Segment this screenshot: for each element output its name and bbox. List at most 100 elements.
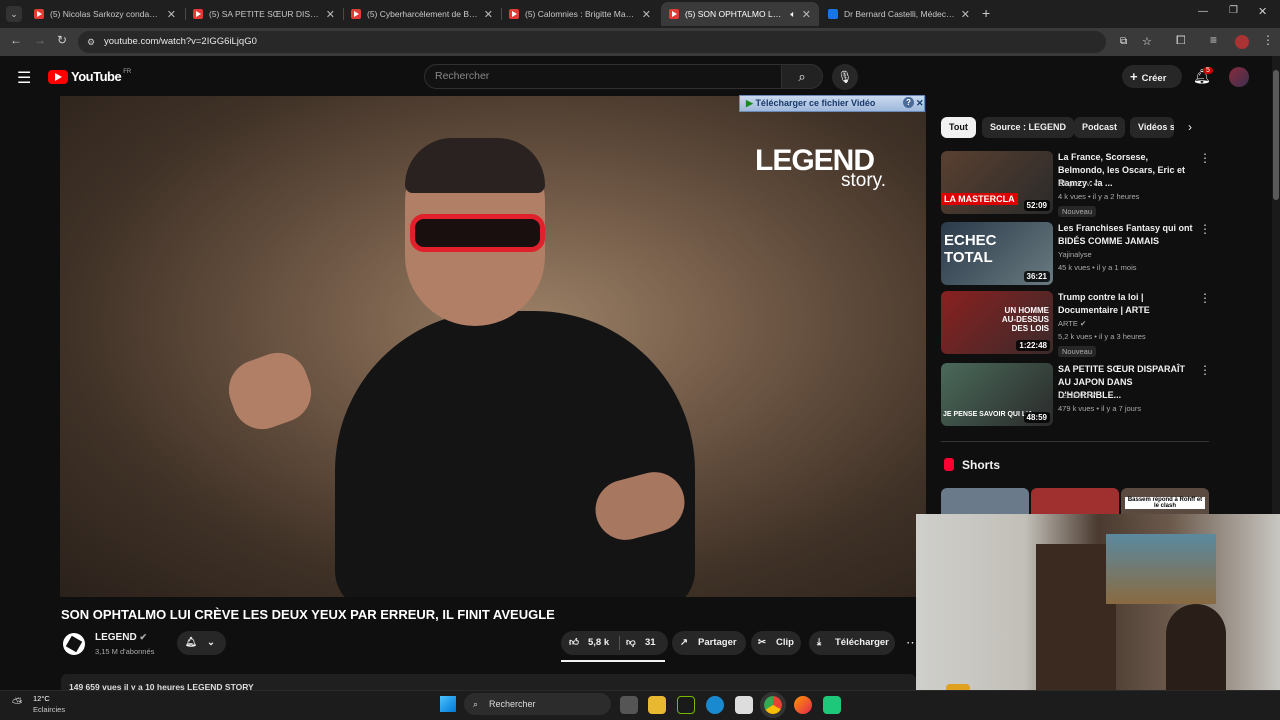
subscribe-bell-button[interactable]: 🔔︎ ⌄ bbox=[177, 631, 226, 655]
thumbnail-caption: JE PENSE SAVOIR QUI L'A bbox=[943, 411, 1033, 418]
browser-tab-2[interactable]: (5) SA PETITE SŒUR DISPARAÎT ✕ bbox=[185, 2, 343, 26]
browser-tab-strip: ⌄ (5) Nicolas Sarkozy condamné ✕ (5) SA P… bbox=[0, 0, 1280, 28]
rec-channel[interactable]: ARTE ✔ bbox=[1058, 319, 1086, 328]
speaker-icon[interactable]: 🔈︎ bbox=[790, 9, 795, 20]
close-tab-icon[interactable]: ✕ bbox=[167, 8, 176, 21]
plus-icon: + bbox=[1130, 69, 1138, 84]
short-caption: Bassem répond à Rohff et le clash bbox=[1125, 497, 1205, 509]
video-thumbnail[interactable]: JE PENSE SAVOIR QUI L'A 48:59 bbox=[941, 363, 1053, 426]
video-thumbnail[interactable]: LA MASTERCLA 52:09 bbox=[941, 151, 1053, 214]
duration-badge: 1:22:48 bbox=[1016, 340, 1050, 351]
weather-desc[interactable]: Eclaircies bbox=[33, 705, 65, 714]
extensions-icon[interactable]: ⧠ bbox=[1176, 33, 1186, 48]
weather-temp[interactable]: 12°C bbox=[33, 694, 50, 703]
duration-badge: 36:21 bbox=[1023, 271, 1050, 282]
taskbar-search[interactable]: ⌕ Rechercher bbox=[464, 693, 611, 715]
chrome-menu-icon[interactable]: ⋮ bbox=[1262, 33, 1274, 47]
file-explorer-icon[interactable] bbox=[648, 696, 666, 714]
rec-title[interactable]: Les Franchises Fantasy qui ont BIDÉS COM… bbox=[1058, 222, 1196, 248]
browser-tab-5-active[interactable]: (5) SON OPHTALMO LUI CR 🔈︎ ✕ bbox=[661, 2, 819, 26]
tab-title: (5) Cyberharcèlement de Brigitte bbox=[367, 9, 478, 19]
recommendation-item[interactable]: UN HOMME AU-DESSUS DES LOIS 1:22:48 Trum… bbox=[941, 291, 1211, 357]
kebab-menu-icon[interactable]: ⋮ bbox=[1199, 291, 1211, 305]
minimize-icon[interactable]: — bbox=[1198, 6, 1208, 17]
back-icon[interactable]: ← bbox=[10, 33, 22, 47]
view-count-line: 149 659 vues il y a 10 heures LEGEND STO… bbox=[69, 682, 254, 690]
browser-tab-6[interactable]: Dr Bernard Castelli, Médecin gé ✕ bbox=[820, 2, 978, 26]
clip-button[interactable]: ✂ Clip bbox=[751, 631, 801, 655]
rec-channel[interactable]: LEGEND ✔ bbox=[1058, 391, 1097, 400]
create-button[interactable]: + Créer bbox=[1122, 65, 1182, 88]
chat-app-icon[interactable] bbox=[823, 696, 841, 714]
close-tab-icon[interactable]: ✕ bbox=[642, 8, 651, 21]
browser-tab-4[interactable]: (5) Calomnies : Brigitte Macron ✕ bbox=[501, 2, 659, 26]
kebab-menu-icon[interactable]: ⋮ bbox=[1199, 222, 1211, 236]
chrome-icon[interactable] bbox=[760, 692, 786, 718]
profile-avatar[interactable] bbox=[1235, 35, 1249, 49]
windows-taskbar bbox=[0, 690, 1280, 720]
download-button[interactable]: ⤓ Télécharger bbox=[809, 631, 895, 655]
help-button[interactable]: ? bbox=[903, 97, 914, 108]
search-button[interactable]: ⌕ bbox=[781, 64, 823, 89]
video-thumbnail[interactable]: UN HOMME AU-DESSUS DES LOIS 1:22:48 bbox=[941, 291, 1053, 354]
edge-icon[interactable] bbox=[706, 696, 724, 714]
recommendation-item[interactable]: JE PENSE SAVOIR QUI L'A 48:59 SA PETITE … bbox=[941, 363, 1211, 427]
firefox-icon[interactable] bbox=[794, 696, 812, 714]
site-info-icon[interactable]: ⚙ bbox=[87, 31, 95, 53]
channel-avatar[interactable] bbox=[63, 633, 85, 655]
recommendation-item[interactable]: LA MASTERCLA 52:09 La France, Scorsese, … bbox=[941, 151, 1211, 217]
media-icon[interactable]: ≡ bbox=[1210, 33, 1217, 47]
close-banner-icon[interactable]: ✕ bbox=[916, 96, 924, 111]
dislike-count[interactable]: 31 bbox=[645, 631, 656, 655]
close-tab-icon[interactable]: ✕ bbox=[484, 8, 493, 21]
windows-start-icon[interactable] bbox=[440, 696, 456, 712]
download-video-banner[interactable]: ▶ Télécharger ce fichier Vidéo ? ✕ bbox=[739, 95, 925, 112]
browser-tab-1[interactable]: (5) Nicolas Sarkozy condamné ✕ bbox=[26, 2, 184, 26]
chevron-right-icon[interactable]: › bbox=[1188, 120, 1192, 134]
chip-videos[interactable]: Vidéos s bbox=[1130, 117, 1174, 138]
kebab-menu-icon[interactable]: ⋮ bbox=[1199, 151, 1211, 165]
account-avatar[interactable] bbox=[1229, 67, 1249, 87]
thumbs-up-icon[interactable]: 👍︎ bbox=[569, 631, 579, 655]
video-thumbnail[interactable]: ECHEC TOTAL 36:21 bbox=[941, 222, 1053, 285]
rec-channel[interactable]: Clique TV ✔ bbox=[1058, 179, 1099, 188]
like-count[interactable]: 5,8 k bbox=[588, 631, 609, 655]
nvidia-icon[interactable] bbox=[677, 696, 695, 714]
reload-icon[interactable]: ↻ bbox=[57, 33, 67, 47]
tab-title: (5) Calomnies : Brigitte Macron bbox=[525, 9, 636, 19]
bookmark-star-icon[interactable]: ☆ bbox=[1142, 31, 1152, 53]
address-bar[interactable]: ⚙ youtube.com/watch?v=2IGG6iLjqG0 ⧉ ☆ bbox=[78, 31, 1152, 53]
chip-source-legend[interactable]: Source : LEGEND bbox=[982, 117, 1075, 138]
maximize-icon[interactable]: ❐ bbox=[1229, 5, 1238, 16]
youtube-logo[interactable]: YouTube FR bbox=[48, 69, 131, 84]
forward-icon[interactable]: → bbox=[34, 33, 46, 47]
thumbs-down-icon[interactable]: 👎︎ bbox=[626, 631, 636, 655]
weather-cloud-icon[interactable]: ⛅︎ bbox=[12, 695, 22, 711]
close-tab-icon[interactable]: ✕ bbox=[326, 8, 335, 21]
notification-count-badge: 5 bbox=[1203, 67, 1213, 74]
chip-all[interactable]: Tout bbox=[941, 117, 976, 138]
hamburger-menu-icon[interactable]: ☰ bbox=[17, 68, 31, 88]
task-view-icon[interactable] bbox=[620, 696, 638, 714]
chip-podcast[interactable]: Podcast bbox=[1074, 117, 1126, 138]
store-icon[interactable] bbox=[735, 696, 753, 714]
cast-icon[interactable]: ⧉ bbox=[1120, 31, 1127, 53]
create-label: Créer bbox=[1141, 73, 1167, 84]
browser-tab-3[interactable]: (5) Cyberharcèlement de Brigitte ✕ bbox=[343, 2, 501, 26]
scrollbar-thumb[interactable] bbox=[1273, 70, 1279, 200]
search-input[interactable]: Rechercher bbox=[424, 64, 782, 89]
new-tab-icon[interactable]: + bbox=[982, 5, 990, 21]
kebab-menu-icon[interactable]: ⋮ bbox=[1199, 363, 1211, 377]
close-tab-icon[interactable]: ✕ bbox=[961, 8, 970, 21]
voice-search-button[interactable]: 🎙︎ bbox=[832, 64, 858, 90]
share-button[interactable]: ↗ Partager bbox=[672, 631, 746, 655]
close-window-icon[interactable]: ✕ bbox=[1258, 5, 1267, 18]
recommendation-item[interactable]: ECHEC TOTAL 36:21 Les Franchises Fantasy… bbox=[941, 222, 1211, 286]
rec-channel[interactable]: Yajinalyse bbox=[1058, 250, 1092, 259]
close-tab-icon[interactable]: ✕ bbox=[802, 8, 811, 21]
legend-story-watermark: story. bbox=[841, 170, 887, 191]
video-player[interactable]: LEGEND story. bbox=[60, 96, 926, 597]
channel-name-row[interactable]: LEGEND ✔ bbox=[95, 632, 147, 643]
rec-title[interactable]: Trump contre la loi | Documentaire | ART… bbox=[1058, 291, 1196, 317]
tab-search-icon[interactable]: ⌄ bbox=[6, 6, 22, 22]
